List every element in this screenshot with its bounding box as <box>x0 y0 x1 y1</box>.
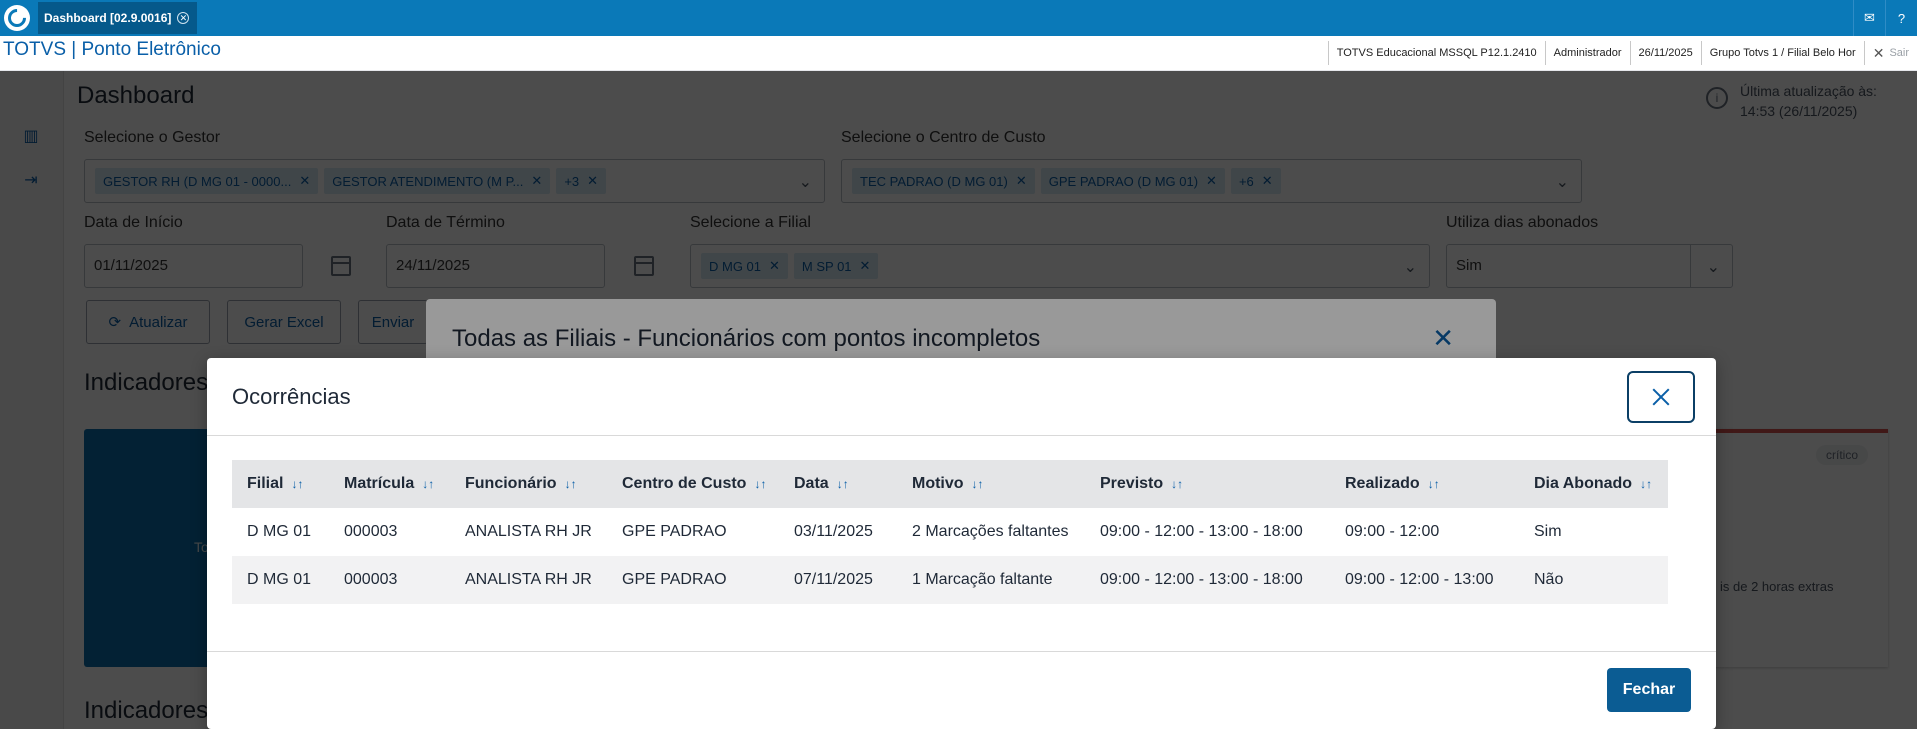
ocorrencias-modal: Ocorrências Filial ↓↑ Matrícula ↓↑ Funcion… <box>207 358 1716 729</box>
table-cell: 09:00 - 12:00 - 13:00 - 18:00 <box>1085 556 1330 604</box>
table-header-row: Filial ↓↑ Matrícula ↓↑ Funcionário ↓↑ Centr… <box>232 460 1668 508</box>
exit-button[interactable]: ✕ Sair <box>1863 41 1917 65</box>
column-header[interactable]: Matrícula ↓↑ <box>329 460 450 508</box>
column-header[interactable]: Dia Abonado ↓↑ <box>1519 460 1668 508</box>
date-info: 26/11/2025 <box>1629 41 1701 65</box>
sort-icon[interactable]: ↓↑ <box>837 477 849 491</box>
totvs-logo-icon[interactable] <box>4 5 30 31</box>
sort-icon[interactable]: ↓↑ <box>1171 477 1183 491</box>
window-tab-label: Dashboard [02.9.0016] <box>44 11 172 25</box>
sort-icon[interactable]: ↓↑ <box>1640 477 1652 491</box>
table-cell: 000003 <box>329 556 450 604</box>
column-header[interactable]: Data ↓↑ <box>779 460 897 508</box>
table-row[interactable]: D MG 01 000003 ANALISTA RH JR GPE PADRAO… <box>232 508 1668 556</box>
exit-label: Sair <box>1889 47 1909 59</box>
sort-icon[interactable]: ↓↑ <box>291 477 303 491</box>
table-row[interactable]: D MG 01 000003 ANALISTA RH JR GPE PADRAO… <box>232 556 1668 604</box>
modal-title: Ocorrências <box>232 384 351 409</box>
column-header[interactable]: Filial ↓↑ <box>232 460 329 508</box>
mail-icon[interactable]: ✉ <box>1853 0 1885 36</box>
divider <box>207 651 1716 652</box>
table-cell: 000003 <box>344 523 398 540</box>
table-cell: 09:00 - 12:00 <box>1345 523 1440 540</box>
branch-info: Grupo Totvs 1 / Filial Belo Hor <box>1700 41 1864 65</box>
header-info-bar: TOTVS Educacional MSSQL P12.1.2410 Admin… <box>1327 41 1917 65</box>
ocorrencias-table: Filial ↓↑ Matrícula ↓↑ Funcionário ↓↑ Centr… <box>232 460 1668 604</box>
sort-icon[interactable]: ↓↑ <box>754 477 766 491</box>
table-cell: ANALISTA RH JR <box>450 556 607 604</box>
table-cell: 09:00 - 12:00 - 13:00 - 18:00 <box>1100 523 1303 540</box>
app-header: TOTVS | Ponto Eletrônico TOTVS Educacion… <box>0 36 1917 71</box>
divider <box>207 435 1716 436</box>
sort-icon[interactable]: ↓↑ <box>972 477 984 491</box>
table-cell: ANALISTA RH JR <box>465 523 592 540</box>
close-button[interactable] <box>1627 371 1695 423</box>
table-cell: 09:00 - 12:00 - 13:00 <box>1330 556 1519 604</box>
sort-icon[interactable]: ↓↑ <box>422 477 434 491</box>
close-tab-icon[interactable]: ✕ <box>177 12 190 24</box>
table-cell: 03/11/2025 <box>794 523 873 540</box>
column-header[interactable]: Centro de Custo ↓↑ <box>607 460 779 508</box>
column-header[interactable]: Motivo ↓↑ <box>897 460 1085 508</box>
window-tab-bar: Dashboard [02.9.0016] ✕ ✉ ? <box>0 0 1917 36</box>
column-header[interactable]: Funcionário ↓↑ <box>450 460 607 508</box>
column-header[interactable]: Previsto ↓↑ <box>1085 460 1330 508</box>
sort-icon[interactable]: ↓↑ <box>565 477 577 491</box>
table-cell: 07/11/2025 <box>779 556 897 604</box>
table-cell: 2 Marcações faltantes <box>912 523 1069 540</box>
table-cell: D MG 01 <box>232 556 329 604</box>
table-cell: D MG 01 <box>247 523 312 540</box>
table-cell: GPE PADRAO <box>607 556 779 604</box>
app-title: TOTVS | Ponto Eletrônico <box>3 39 221 60</box>
column-header[interactable]: Realizado ↓↑ <box>1330 460 1519 508</box>
dashboard-window-tab[interactable]: Dashboard [02.9.0016] ✕ <box>38 2 198 34</box>
table-cell: 1 Marcação faltante <box>897 556 1085 604</box>
fechar-button[interactable]: Fechar <box>1607 668 1691 712</box>
close-icon <box>1652 388 1670 406</box>
table-cell: Não <box>1519 556 1668 604</box>
close-icon: ✕ <box>1872 44 1885 61</box>
table-cell: Sim <box>1534 523 1562 540</box>
help-icon[interactable]: ? <box>1885 0 1917 36</box>
table-cell: GPE PADRAO <box>622 523 727 540</box>
environment-info: TOTVS Educacional MSSQL P12.1.2410 <box>1327 41 1545 65</box>
user-info: Administrador <box>1544 41 1630 65</box>
sort-icon[interactable]: ↓↑ <box>1428 477 1440 491</box>
